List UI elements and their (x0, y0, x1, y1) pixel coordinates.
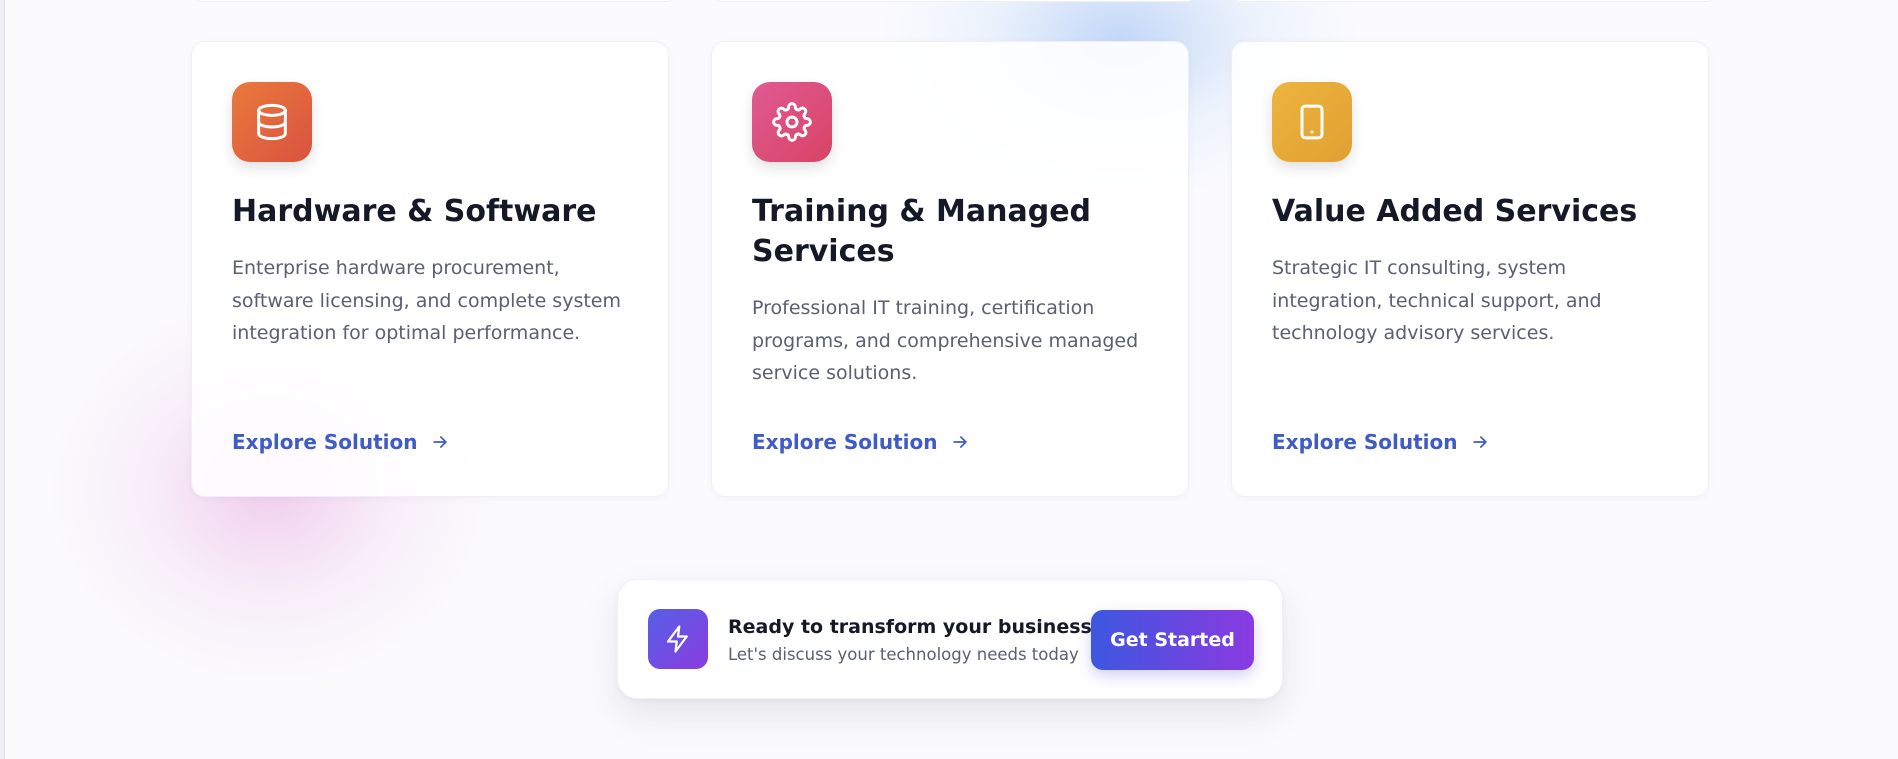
previous-card-edge (1233, 0, 1715, 2)
cta-banner: Ready to transform your business? Let's … (617, 579, 1283, 699)
arrow-right-icon (432, 436, 447, 448)
explore-solution-link[interactable]: Explore Solution (232, 430, 450, 454)
left-page-edge (0, 0, 5, 759)
previous-card-edge (713, 0, 1195, 2)
service-title: Hardware & Software (232, 194, 597, 229)
cta-subtitle: Let's discuss your technology needs toda… (728, 645, 1079, 664)
gear-icon (772, 102, 812, 142)
service-card-hardware-software: Hardware & Software Enterprise hardware … (191, 41, 669, 497)
previous-card-edge (193, 0, 675, 2)
explore-solution-label: Explore Solution (1272, 430, 1458, 454)
service-description: Professional IT training, certification … (752, 297, 1139, 384)
arrow-right-icon (952, 436, 967, 448)
explore-solution-label: Explore Solution (232, 430, 418, 454)
service-card-value-added: Value Added Services Strategic IT consul… (1231, 41, 1709, 497)
explore-solution-link[interactable]: Explore Solution (1272, 430, 1490, 454)
service-icon-tile (232, 82, 312, 162)
lightning-icon (666, 625, 688, 653)
arrow-right-icon (1472, 436, 1487, 448)
explore-solution-label: Explore Solution (752, 430, 938, 454)
cta-title: Ready to transform your business? (728, 616, 1103, 638)
service-icon-tile (752, 82, 832, 162)
tablet-icon (1300, 104, 1324, 140)
explore-solution-link[interactable]: Explore Solution (752, 430, 970, 454)
service-title: Value Added Services (1272, 194, 1638, 229)
service-card-training-managed: Training & Managed Services Professional… (711, 41, 1189, 497)
service-title: Training & Managed Services (752, 194, 1092, 269)
cta-icon-tile (648, 609, 708, 669)
get-started-button[interactable]: Get Started (1091, 610, 1254, 670)
service-description: Strategic IT consulting, system integrat… (1272, 257, 1602, 344)
service-icon-tile (1272, 82, 1352, 162)
service-description: Enterprise hardware procurement, softwar… (232, 257, 621, 344)
database-icon (257, 103, 287, 141)
